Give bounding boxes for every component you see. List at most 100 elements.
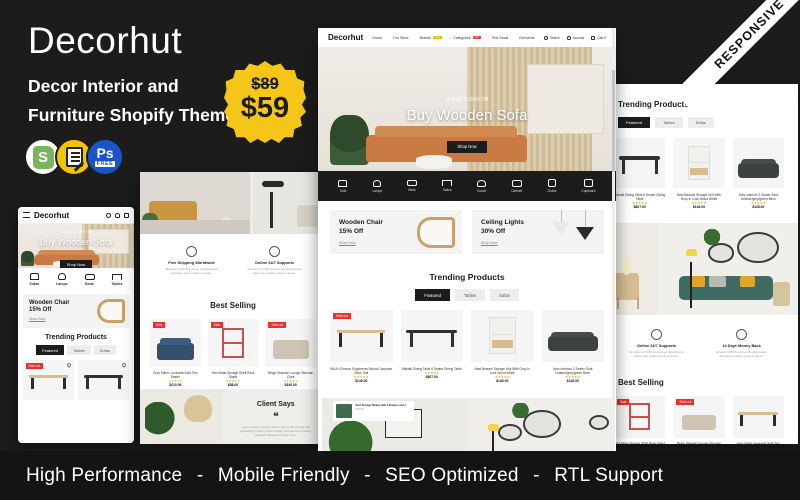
pillow-decor [689,276,706,288]
hero-cta-button[interactable]: Shop Now [447,140,487,153]
product-card[interactable]: Nest Beaumi Storage Unit With Drop In Lo… [673,138,725,209]
tab-sofas[interactable]: Sofas [687,117,714,128]
product-card[interactable]: Nest Beaumi Storage Unit With Drop In Lo… [471,310,534,383]
product-badge: Sold out [333,313,351,319]
category-item[interactable]: Couch [477,179,487,193]
product-image [541,310,604,362]
product-price: $128.00 [566,379,579,383]
tab-featured[interactable]: Featured [618,117,651,128]
product-name: MILA 4-Person Engineered Wood Computer D… [330,367,393,375]
feature-separator: - [196,464,204,486]
hamburger-icon[interactable] [23,212,30,218]
site-logo[interactable]: Decorhut [328,33,363,42]
nav-badge-new: New [432,36,443,39]
tab-tables[interactable]: Tables [655,117,683,128]
wooden-chair-illustration [97,299,125,323]
wooden-chair-illustration [417,217,455,248]
product-image [614,138,666,188]
best-selling-heading: Best Selling [618,378,664,388]
product-price: $136.00 [496,379,509,383]
category-item[interactable]: Sofa [338,179,348,193]
scrollbar[interactable] [612,28,615,452]
category-item[interactable]: Lamps [56,273,68,286]
product-card[interactable]: Sale Red Metal Storage Shelf Rack Stand … [207,319,259,388]
tab-tables[interactable]: Tables [454,289,486,301]
cart-icon[interactable] [591,35,596,40]
cart-icon[interactable] [124,212,129,218]
mobile-hero-title: Buy Wooden Sofa [39,237,113,247]
promo-card-lights[interactable]: Ceiling Lights 30% Off Shop Now [472,210,604,254]
lookbook-hotspot-card[interactable]: Nest Storage Tabinet with 2 Drawers and … [333,401,414,421]
category-label: Couch [477,188,487,193]
product-name: Ares Interiors 3 Seater Sofa Leather/gre… [738,193,778,201]
product-card[interactable]: Sold out Beige Modular Lounge Ottoman Ch… [673,396,725,444]
category-item[interactable]: Beds [84,273,95,286]
category-item[interactable]: Beds [407,180,418,192]
product-badge: Sold out [676,399,695,406]
mobile-promo-card[interactable]: Wooden Chair 15% Off Shop Now [23,294,129,328]
product-card[interactable]: Grey Fabric Loveseat Sofa Two Seater $21… [732,396,784,444]
table-icon [442,180,453,186]
search-label[interactable]: Search [550,36,560,40]
product-price: $128.00 [752,205,765,209]
category-item[interactable]: Cupboard [581,179,595,193]
wishlist-icon[interactable] [66,362,72,368]
product-card[interactable]: Ares Interiors 3 Seater Sofa Leather/gre… [732,138,784,209]
wishlist-icon[interactable] [121,362,127,368]
testimonial-body: Lorem ipsum is simply dummy text of the … [240,425,312,438]
product-image: Sold out [330,310,393,362]
tertiary-desktop-mockup: Trending Products Featured Tables Sofas … [600,84,798,444]
lookbook-card-title: Nest Storage Tabinet with 2 Drawers and … [355,403,406,407]
primary-desktop-mockup: Decorhut Home Our Store Brands New Categ… [318,28,616,452]
nav-item-brands[interactable]: Brands [420,36,431,40]
product-price: $210.00 [169,383,182,388]
account-label[interactable]: Account [573,36,585,40]
category-item[interactable]: Chairs [547,179,556,193]
category-item[interactable]: Cabinet [511,179,522,193]
search-icon[interactable] [543,35,548,40]
product-card[interactable]: Sale Grey Fabric Loveseat Sofa Two Seate… [150,319,201,388]
tab-featured[interactable]: Featured [415,289,450,301]
nav-item-test-deals[interactable]: Test Deals [492,36,509,40]
nav-item-elements[interactable]: Elements [519,36,534,40]
service-item: Online 24/7 Supports Ac lorem 47/100 sit… [233,246,316,275]
product-card[interactable]: Sold out Beige Modular Lounge Ottoman Ch… [265,319,317,388]
product-card[interactable]: Ares Interiors 3 Seater Sofa Leather/gre… [541,310,604,383]
tab-featured[interactable]: Featured [36,345,65,355]
product-name: Red Metal Storage Shelf Rack Stand [211,371,255,380]
support-icon [651,329,662,340]
tab-sofas[interactable]: Sofas [93,345,116,355]
category-item[interactable]: Tables [442,180,453,192]
product-card[interactable] [78,360,129,400]
category-item[interactable]: Lamps [372,179,382,193]
nav-item-our-store[interactable]: Our Store [393,36,409,40]
tab-sofas[interactable]: Sofas [490,289,519,301]
product-card[interactable]: Sold out MILA 4-Person Engineered Wood C… [330,310,393,383]
category-item[interactable]: Sofas [29,273,39,286]
account-icon[interactable] [115,212,120,218]
nav-item-categories[interactable]: Categories [453,36,470,40]
product-card[interactable]: Makalti Dining Table 6 Seater Dining Tab… [614,138,666,209]
category-label: Lamps [56,282,68,286]
product-image: Sold out [265,319,317,368]
mobile-hero-cta[interactable]: Shop Now [59,259,93,268]
mobile-hero: Get Up To 50% Off Buy Wooden Sofa Shop N… [18,224,134,268]
product-name: Beige Modular Lounge Ottoman Chair [677,441,721,444]
testimonial-heading: Client Says [256,401,295,408]
search-icon[interactable] [106,212,111,218]
mobile-hero-eyebrow: Get Up To 50% Off [60,230,92,234]
table-illustration [617,150,662,176]
product-card[interactable]: Makalti Dining Table 6 Seater Dining Tab… [400,310,463,383]
nav-item-home[interactable]: Home [372,36,382,40]
account-icon[interactable] [566,35,571,40]
product-price: $88.00 [227,383,239,388]
product-card[interactable]: Sale Red Metal Storage Shelf Rack Stand … [614,396,666,444]
mobile-logo[interactable]: Decorhut [34,211,69,220]
category-item[interactable]: Tables [111,273,123,286]
lamp-icon [373,179,382,187]
tab-tables[interactable]: Tables [67,345,91,355]
promo-card-chair[interactable]: Wooden Chair 15% Off Shop Now [330,210,462,254]
cart-label[interactable]: Cart 0 [597,36,606,40]
product-card[interactable]: Sold out [23,360,74,400]
sofa-illustration [547,332,598,351]
